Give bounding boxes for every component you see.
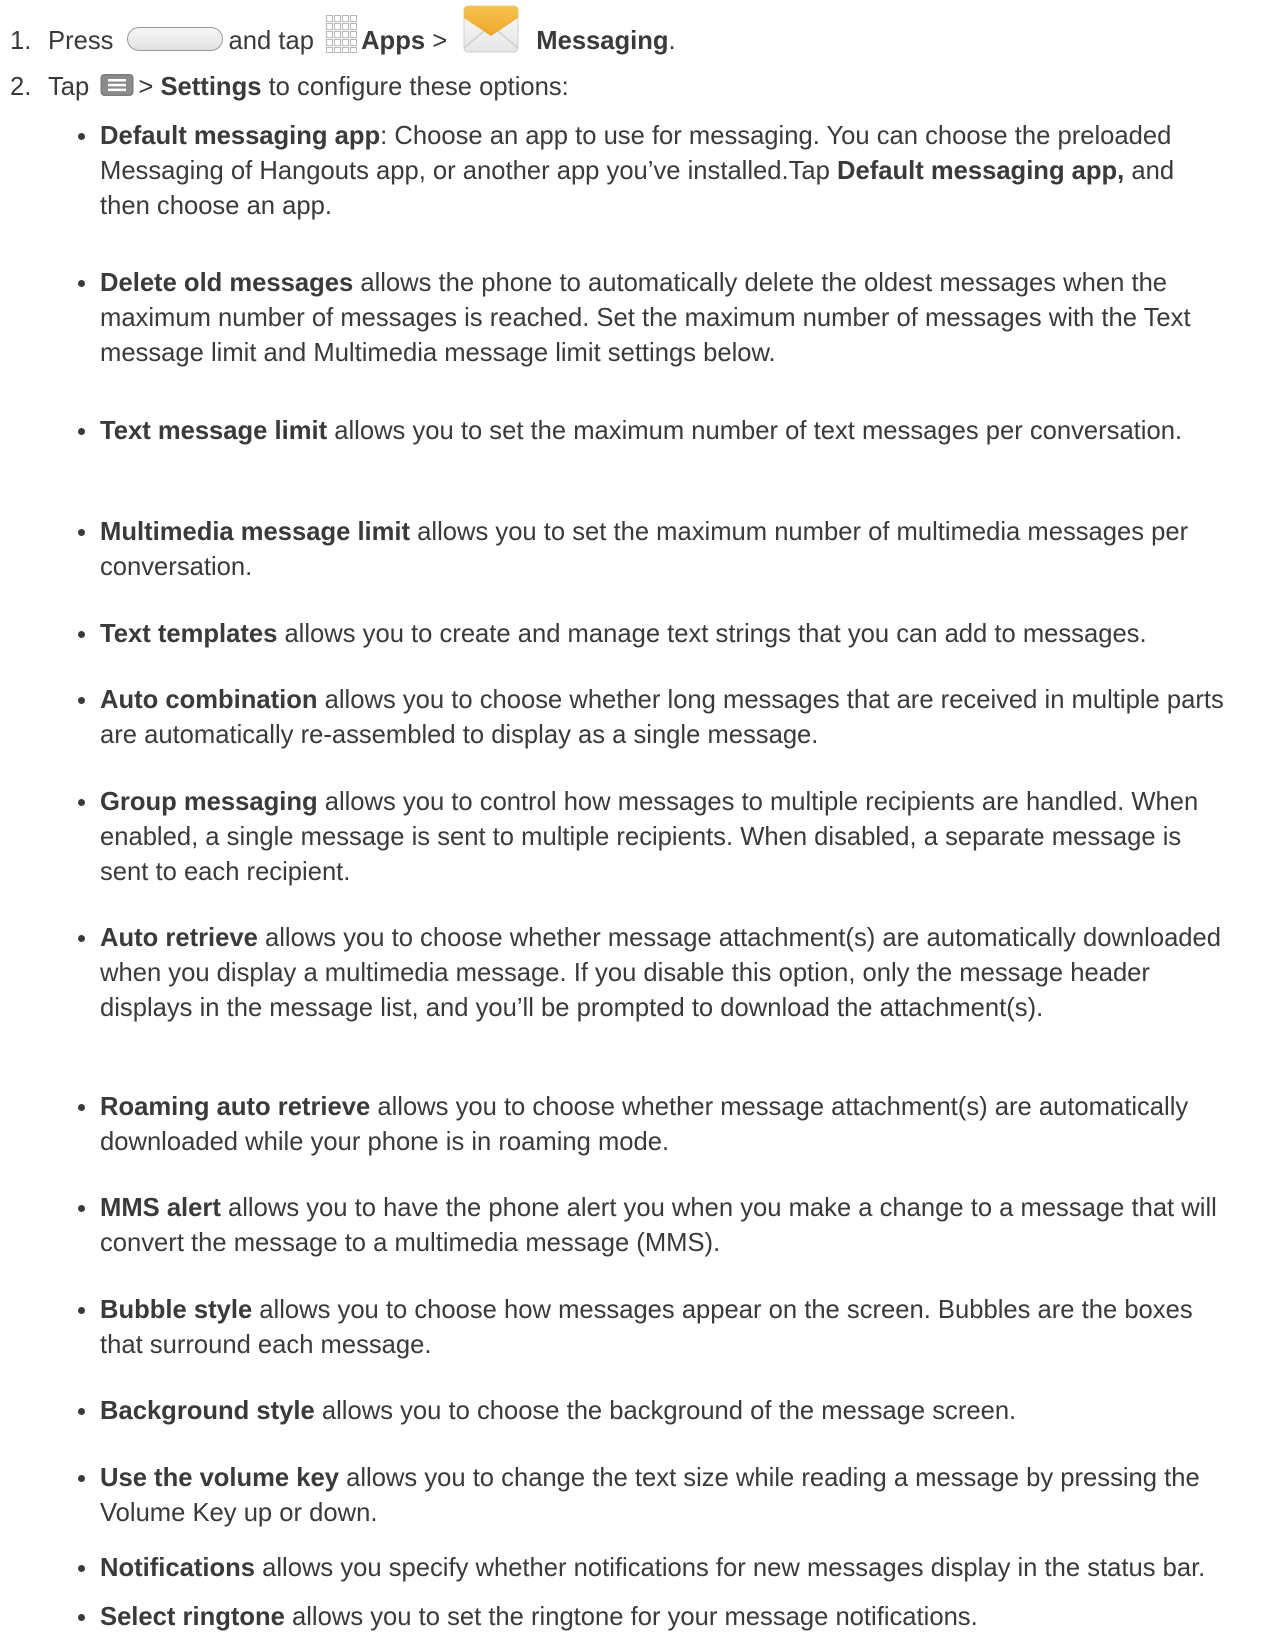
bullet-dot — [78, 1565, 85, 1572]
option-text: allows you to choose whether message att… — [100, 924, 1222, 1022]
option-name: Delete old messages — [100, 269, 354, 297]
bullet-dot — [78, 697, 85, 704]
list-item: Background style allows you to choose th… — [78, 1394, 1230, 1429]
list-item: Group messaging allows you to control ho… — [78, 785, 1230, 890]
list-item: Text templates allows you to create and … — [78, 617, 1230, 652]
list-item: Notifications allows you specify whether… — [78, 1551, 1230, 1586]
option-name: Group messaging — [100, 788, 318, 816]
option-text: allows you to set the ringtone for your … — [284, 1603, 978, 1631]
option-text: allows you to have the phone alert you w… — [100, 1194, 1217, 1257]
option-name: Select ringtone — [100, 1603, 285, 1631]
list-item: Use the volume key allows you to change … — [78, 1461, 1230, 1531]
option-name: Default messaging app — [100, 122, 381, 150]
step-text-rest: to configure these options: — [268, 73, 569, 101]
bullet-dot — [78, 935, 85, 942]
settings-label: Settings — [160, 73, 262, 101]
option-name: Background style — [100, 1397, 315, 1425]
step-end: . — [668, 26, 676, 55]
step-text-and-tap: and tap — [228, 26, 314, 55]
bullet-dot — [78, 280, 85, 287]
option-text: allows you to set the maximum number of … — [327, 417, 1183, 445]
list-item: Delete old messages allows the phone to … — [78, 266, 1230, 371]
list-item: Default messaging app: Choose an app to … — [78, 119, 1230, 224]
list-item: Roaming auto retrieve allows you to choo… — [78, 1090, 1230, 1160]
step-1: 1. Press and tap Apps > Messaging. — [10, 5, 1240, 70]
option-text: allows you to choose how messages appear… — [100, 1296, 1193, 1359]
option-name: Roaming auto retrieve — [100, 1093, 371, 1121]
option-name: Bubble style — [100, 1296, 253, 1324]
option-text: allows you specify whether notifications… — [255, 1554, 1206, 1582]
list-item: Auto combination allows you to choose wh… — [78, 683, 1230, 753]
option-name: Auto combination — [100, 686, 318, 714]
list-item: Text message limit allows you to set the… — [78, 414, 1230, 449]
option-text: allows you to choose the background of t… — [314, 1397, 1017, 1425]
step-text-press: Press — [48, 26, 114, 55]
apps-grid-icon — [325, 14, 359, 54]
bullet-dot — [78, 133, 85, 140]
bullet-dot — [78, 428, 85, 435]
bullet-dot — [78, 1614, 85, 1621]
list-item: Select ringtone allows you to set the ri… — [78, 1600, 1230, 1635]
option-name: Multimedia message limit — [100, 518, 411, 546]
bullet-dot — [78, 1408, 85, 1415]
option-name: Text templates — [100, 620, 278, 648]
step-text-tap: Tap — [48, 73, 90, 101]
step-number: 2. — [10, 73, 32, 101]
bullet-dot — [78, 1475, 85, 1482]
messaging-envelope-icon — [462, 0, 520, 56]
step-number: 1. — [10, 26, 32, 55]
bullet-dot — [78, 1205, 85, 1212]
apps-label: Apps — [361, 26, 426, 55]
list-item: Auto retrieve allows you to choose wheth… — [78, 921, 1230, 1026]
bullet-dot — [78, 529, 85, 536]
option-name: Use the volume key — [100, 1464, 339, 1492]
messaging-label: Messaging — [536, 26, 669, 55]
bullet-dot — [78, 631, 85, 638]
list-item: Multimedia message limit allows you to s… — [78, 515, 1230, 585]
list-item: MMS alert allows you to have the phone a… — [78, 1191, 1230, 1261]
option-name-2: Default messaging app, — [837, 157, 1125, 185]
option-name: Text message limit — [100, 417, 328, 445]
bullet-dot — [78, 1307, 85, 1314]
step-2: 2. Tap > Settings to configure these opti… — [10, 70, 1240, 105]
option-text: allows you to create and manage text str… — [277, 620, 1147, 648]
bullet-dot — [78, 1104, 85, 1111]
step-separator: > — [138, 73, 154, 101]
menu-key-icon — [100, 72, 134, 97]
home-key-icon — [126, 27, 223, 51]
option-name: MMS alert — [100, 1194, 221, 1222]
step-separator: > — [432, 26, 448, 55]
option-name: Notifications — [100, 1554, 255, 1582]
bullet-dot — [78, 799, 85, 806]
option-name: Auto retrieve — [100, 924, 258, 952]
list-item: Bubble style allows you to choose how me… — [78, 1293, 1230, 1363]
